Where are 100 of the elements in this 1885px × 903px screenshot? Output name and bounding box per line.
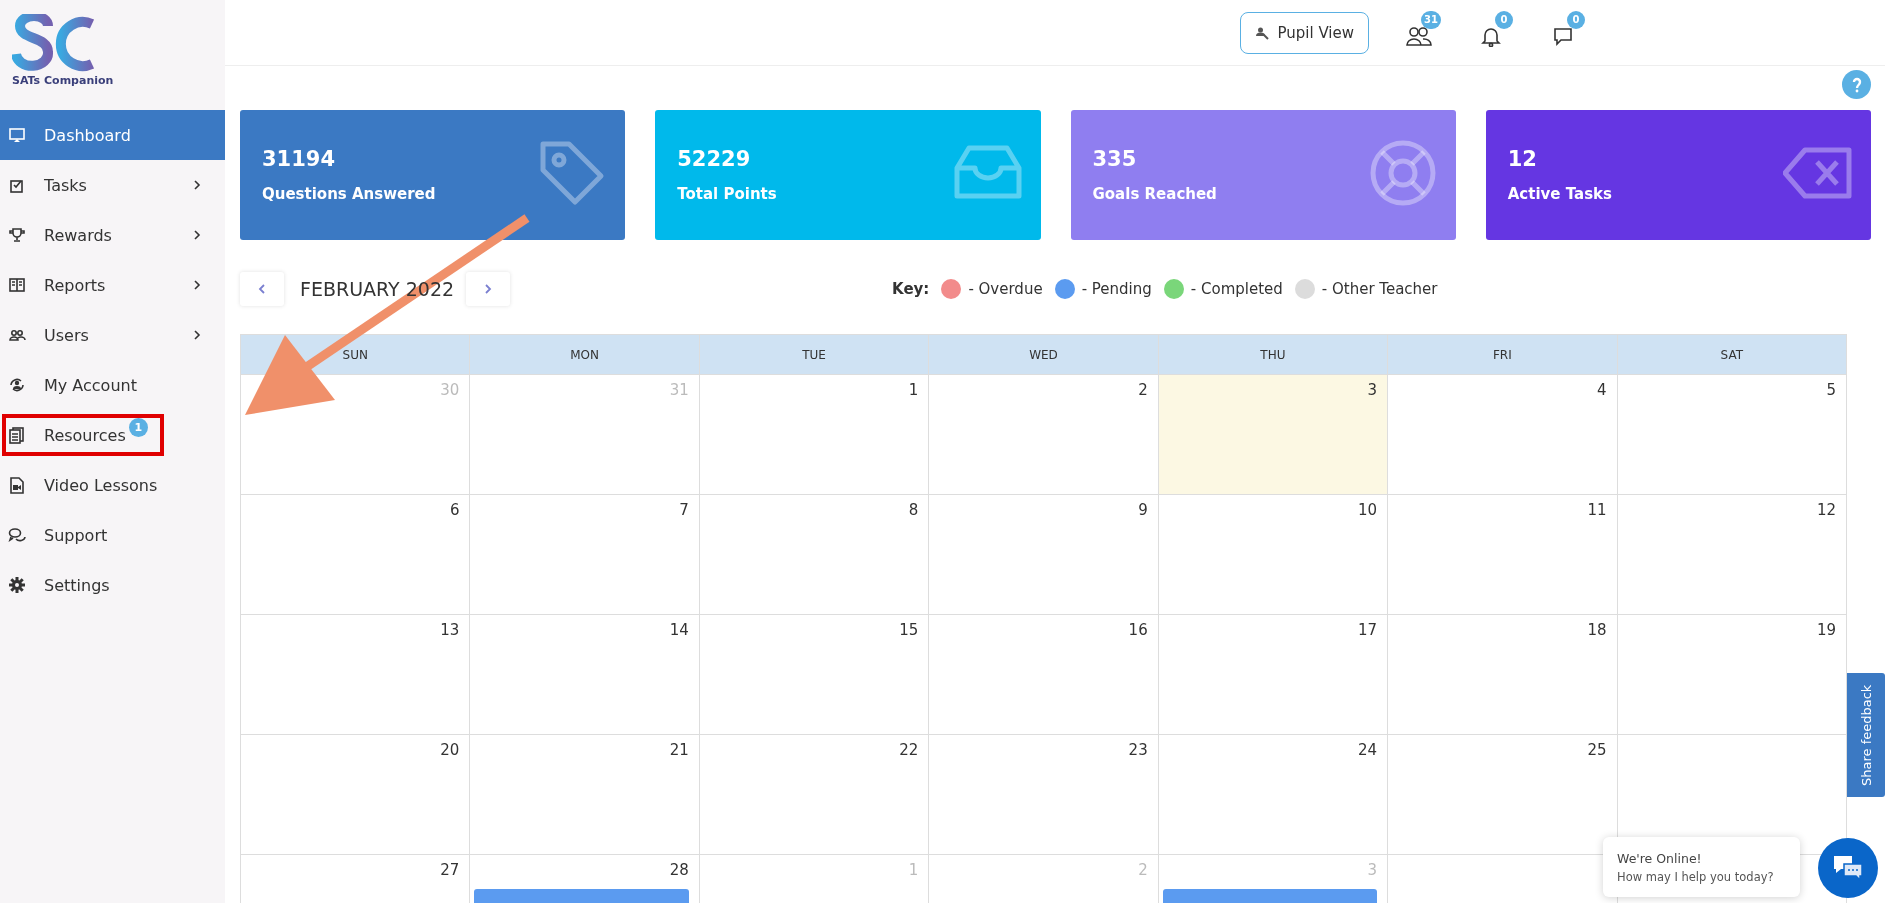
day-number: 13 [440,621,460,639]
logo-icon [12,14,96,72]
day-number: 27 [440,861,460,879]
day-cell[interactable]: 9 [929,494,1159,614]
day-cell[interactable]: 17 [1158,614,1389,734]
sidebar-item[interactable]: Settings [0,560,225,610]
day-number: 12 [1816,501,1836,519]
day-number: 5 [1826,381,1836,399]
users-count: 31 [1421,10,1441,29]
monitor-icon [8,126,26,144]
notification-count: 0 [1495,10,1513,29]
key-label: Key: [892,280,930,298]
day-number: 24 [1358,741,1378,759]
day-number: 14 [669,621,689,639]
sidebar-item[interactable]: Dashboard [0,110,225,160]
day-number: 16 [1128,621,1148,639]
account-icon [8,376,26,394]
stat-value: 12 [1507,147,1538,171]
settings-icon [8,576,26,594]
sidebar-item[interactable]: Resources 1 [0,410,225,460]
day-number: 15 [899,621,919,639]
video-file-icon [8,476,26,494]
trophy-icon [8,226,26,244]
help-button[interactable] [1842,70,1871,99]
legend-label: - Pending [1081,280,1152,298]
event-bar[interactable] [1162,889,1378,903]
brand-name: SATs Companion [12,74,114,87]
sidebar-item[interactable]: Rewards [0,210,225,260]
share-feedback-tab[interactable]: Share feedback [1847,673,1885,797]
next-month-button[interactable] [466,272,511,306]
event-bar[interactable] [474,889,689,903]
day-number: 22 [899,741,919,759]
weekday-header: TUE [699,334,930,374]
chat-icon [8,526,26,544]
stat-label: Questions Answered [262,185,437,203]
day-number: 20 [440,741,460,759]
day-cell[interactable]: 19 [1617,614,1847,734]
stat-value: 335 [1092,147,1138,171]
stat-label: Total Points [677,185,778,203]
day-number: 3 [1367,861,1378,879]
day-cell[interactable]: 5 [1617,374,1847,494]
chevron-left-icon [258,283,266,295]
previous-month-button[interactable] [240,272,284,306]
day-cell[interactable]: 6 [241,494,471,614]
stat-value: 52229 [677,147,752,171]
day-cell[interactable]: 8 [699,494,930,614]
day-number: 1 [908,861,919,879]
day-number: 19 [1816,621,1836,639]
legend-label: - Other Teacher [1321,280,1438,298]
day-cell[interactable]: 11 [1388,494,1618,614]
weekday-header: SAT [1617,334,1847,374]
chat-subtitle: How may I help you today? [1617,869,1775,884]
stat-label: Goals Reached [1092,185,1218,203]
day-cell[interactable]: 24 [1158,734,1389,854]
sidebar-item[interactable]: Video Lessons [0,460,225,510]
day-number: 3 [1367,381,1378,399]
day-cell[interactable]: 12 [1617,494,1847,614]
legend-label: - Overdue [968,280,1043,298]
day-number: 7 [679,501,689,519]
pupil-view-button[interactable]: Pupil View [1240,11,1369,54]
day-cell[interactable]: 21 [470,734,700,854]
day-cell[interactable]: 20 [241,734,471,854]
chat-title: We're Online! [1617,850,1703,866]
day-cell[interactable]: 16 [929,614,1159,734]
day-cell[interactable]: 23 [929,734,1159,854]
documents-icon [8,426,26,444]
day-cell[interactable]: 10 [1158,494,1389,614]
day-cell[interactable]: 22 [699,734,930,854]
day-cell[interactable]: 28 [470,854,700,903]
book-icon [8,276,26,294]
weekday-header: FRI [1388,334,1618,374]
day-cell[interactable]: 15 [699,614,930,734]
sidebar-item[interactable]: Users [0,310,225,360]
day-cell[interactable]: 27 [241,854,471,903]
day-cell[interactable]: 2 [929,374,1159,494]
chat-button[interactable] [1818,838,1878,898]
stat-label: Active Tasks [1507,185,1613,203]
day-number: 2 [1138,861,1148,879]
day-number: 9 [1138,501,1148,519]
day-cell[interactable]: 7 [470,494,700,614]
day-number: 1 [908,381,919,399]
day-cell[interactable]: 13 [241,614,471,734]
day-number: 4 [1597,381,1607,399]
chat-welcome-toast[interactable]: We're Online! How may I help you today? [1603,837,1800,897]
day-cell[interactable]: 3 [1158,374,1389,494]
search-user-icon [1255,25,1270,40]
weekday-header: WED [929,334,1159,374]
stat-value: 31194 [262,147,337,171]
day-number: 21 [669,741,689,759]
day-cell[interactable]: 4 [1388,374,1618,494]
sidebar-item[interactable]: My Account [0,360,225,410]
message-count: 0 [1567,10,1585,29]
day-number: 10 [1358,501,1378,519]
sidebar-item[interactable]: Tasks [0,160,225,210]
sidebar-item[interactable]: Reports [0,260,225,310]
day-cell[interactable]: 1 [699,374,930,494]
day-number: 23 [1128,741,1148,759]
day-cell[interactable]: 14 [470,614,700,734]
day-cell[interactable]: 18 [1388,614,1618,734]
sidebar-item[interactable]: Support [0,510,225,560]
